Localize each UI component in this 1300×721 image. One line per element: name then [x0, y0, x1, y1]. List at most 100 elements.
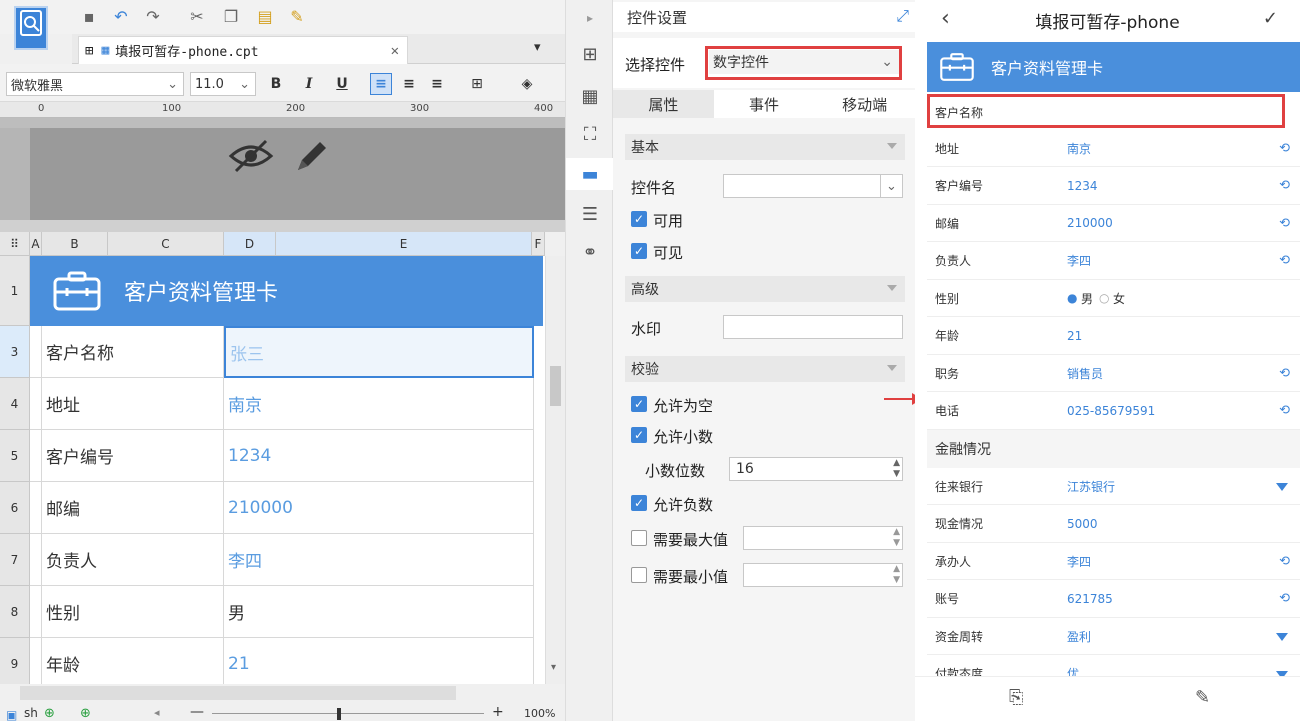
- table-cell-value[interactable]: 1234: [224, 430, 534, 482]
- table-cell-value[interactable]: 210000: [224, 482, 534, 534]
- temp-save-icon[interactable]: ⎘: [1009, 687, 1023, 708]
- pencil-icon[interactable]: [292, 136, 332, 176]
- row-header[interactable]: 8: [0, 586, 30, 638]
- expand-icon[interactable]: ⤢: [896, 6, 909, 26]
- need-min-checkbox[interactable]: [631, 567, 647, 583]
- align-right-icon[interactable]: ≡: [426, 73, 448, 95]
- select-all-corner[interactable]: ⠿: [0, 232, 30, 256]
- sheet-tab[interactable]: sh: [24, 706, 38, 720]
- zoom-slider[interactable]: [212, 713, 484, 714]
- watermark-input[interactable]: [723, 315, 903, 339]
- align-left-icon[interactable]: ≡: [370, 73, 392, 95]
- cell-element-icon[interactable]: ⊞: [578, 42, 602, 66]
- hyperlink-icon[interactable]: ⚭: [578, 240, 602, 264]
- tab-mobile[interactable]: 移动端: [814, 90, 916, 118]
- condition-icon[interactable]: ☰: [578, 202, 602, 226]
- scan-edit-icon[interactable]: ⟲: [1279, 216, 1290, 231]
- list-item[interactable]: 客户编号 1234 ⟲: [927, 168, 1300, 205]
- allow-decimal-checkbox[interactable]: ✓: [631, 427, 647, 443]
- row-header[interactable]: 5: [0, 430, 30, 482]
- table-cell-label[interactable]: 负责人: [42, 534, 224, 586]
- add-sheet-icon[interactable]: ⊕: [44, 706, 55, 721]
- table-cell-label[interactable]: 年龄: [42, 638, 224, 690]
- table-cell-value[interactable]: 男: [224, 586, 534, 638]
- undo-icon[interactable]: ↶: [110, 5, 132, 27]
- bold-button[interactable]: B: [265, 73, 287, 95]
- zoom-out-icon[interactable]: —: [190, 704, 204, 720]
- font-name-select[interactable]: 微软雅黑 ⌄: [6, 72, 184, 96]
- italic-button[interactable]: I: [298, 73, 320, 95]
- table-cell-label[interactable]: 地址: [42, 378, 224, 430]
- table-cell[interactable]: [30, 638, 42, 690]
- radio-female[interactable]: ○: [1099, 291, 1109, 305]
- section-basic[interactable]: 基本: [625, 134, 905, 160]
- add-sheet-icon[interactable]: ⊕: [80, 706, 91, 721]
- column-header-b[interactable]: B: [42, 232, 108, 256]
- tab-attributes[interactable]: 属性: [613, 90, 714, 118]
- table-cell-label[interactable]: 邮编: [42, 482, 224, 534]
- list-item[interactable]: 往来银行 江苏银行: [927, 468, 1300, 505]
- list-item[interactable]: 负责人 李四 ⟲: [927, 243, 1300, 280]
- horizontal-scrollbar[interactable]: [20, 686, 456, 700]
- list-item[interactable]: 现金情况 5000: [927, 506, 1300, 543]
- section-advanced[interactable]: 高级: [625, 276, 905, 302]
- column-header-e[interactable]: E: [276, 232, 532, 256]
- back-icon[interactable]: ‹: [941, 6, 950, 31]
- redo-icon[interactable]: ↷: [142, 5, 164, 27]
- app-logo[interactable]: [14, 6, 48, 50]
- prev-icon[interactable]: ◂: [154, 706, 160, 719]
- table-cell-value[interactable]: 南京: [224, 378, 534, 430]
- collapse-arrow-icon[interactable]: ▸: [578, 6, 602, 30]
- table-cell-value[interactable]: 21: [224, 638, 534, 690]
- align-center-icon[interactable]: ≡: [398, 73, 420, 95]
- table-cell[interactable]: [30, 482, 42, 534]
- list-item[interactable]: 承办人 李四 ⟲: [927, 543, 1300, 580]
- table-cell[interactable]: [30, 430, 42, 482]
- list-item[interactable]: 性别 ● 男 ○ 女: [927, 280, 1300, 317]
- row-header[interactable]: 4: [0, 378, 30, 430]
- dropdown-icon[interactable]: [1276, 633, 1288, 641]
- chevron-down-icon[interactable]: ⌄: [880, 175, 902, 197]
- list-item[interactable]: 年龄 21: [927, 318, 1300, 355]
- list-item[interactable]: 资金周转 盈利: [927, 618, 1300, 655]
- allow-empty-checkbox[interactable]: ✓: [631, 396, 647, 412]
- check-icon[interactable]: ✓: [1263, 8, 1278, 29]
- table-cell[interactable]: [30, 326, 42, 378]
- need-max-checkbox[interactable]: [631, 530, 647, 546]
- zoom-in-icon[interactable]: +: [492, 704, 504, 720]
- stepper-arrows-icon[interactable]: ▲ ▼: [893, 564, 900, 586]
- scan-edit-icon[interactable]: ⟲: [1279, 591, 1290, 606]
- row-header[interactable]: 6: [0, 482, 30, 534]
- paste-icon[interactable]: ▤: [254, 5, 276, 27]
- hide-icon[interactable]: [228, 138, 274, 174]
- save-icon[interactable]: ▪: [78, 5, 100, 27]
- zoom-slider-handle[interactable]: [337, 708, 341, 720]
- widget-settings-icon[interactable]: ▬: [578, 162, 602, 186]
- decimal-places-stepper[interactable]: 16 ▲ ▼: [729, 457, 903, 481]
- border-icon[interactable]: ⊞: [466, 73, 488, 95]
- list-item[interactable]: 电话 025-85679591 ⟲: [927, 393, 1300, 430]
- row-header[interactable]: 1: [0, 256, 30, 326]
- fill-color-icon[interactable]: ◈: [516, 73, 538, 95]
- cell-border-icon[interactable]: ⛶: [578, 122, 602, 146]
- table-cell[interactable]: [30, 586, 42, 638]
- visible-checkbox[interactable]: ✓: [631, 243, 647, 259]
- scroll-thumb[interactable]: [550, 366, 561, 406]
- table-cell-label[interactable]: 客户名称: [42, 326, 224, 378]
- underline-button[interactable]: U: [331, 73, 353, 95]
- stepper-arrows-icon[interactable]: ▲ ▼: [893, 458, 900, 480]
- min-value-stepper[interactable]: ▲ ▼: [743, 563, 903, 587]
- list-item[interactable]: 地址 南京 ⟲: [927, 130, 1300, 167]
- edit-icon[interactable]: ✎: [1195, 687, 1210, 708]
- max-value-stepper[interactable]: ▲ ▼: [743, 526, 903, 550]
- dropdown-icon[interactable]: [1276, 483, 1288, 491]
- row-header[interactable]: 9: [0, 638, 30, 690]
- table-cell-value[interactable]: 张三: [224, 326, 534, 378]
- file-tab[interactable]: ⊞ ▦ 填报可暂存-phone.cpt ✕: [78, 36, 408, 64]
- table-cell[interactable]: [30, 378, 42, 430]
- close-icon[interactable]: ✕: [391, 43, 399, 59]
- column-header-d[interactable]: D: [224, 232, 276, 256]
- scan-edit-icon[interactable]: ⟲: [1279, 141, 1290, 156]
- radio-male[interactable]: ●: [1067, 291, 1077, 305]
- scroll-down-icon[interactable]: ▾: [551, 662, 556, 673]
